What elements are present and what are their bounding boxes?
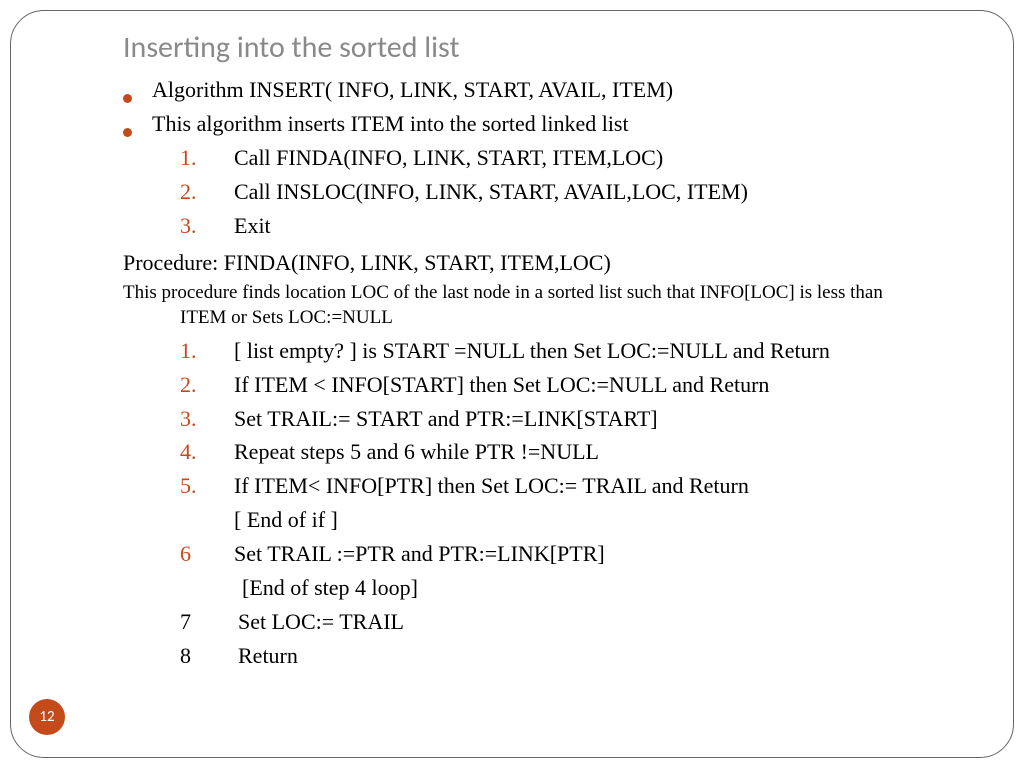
step-number: 8	[180, 643, 234, 669]
slide-title: Inserting into the sorted list	[123, 29, 1013, 66]
procedure-desc-line2: ITEM or Sets LOC:=NULL	[180, 306, 983, 331]
numbered-step: 2. If ITEM < INFO[START] then Set LOC:=N…	[180, 369, 983, 401]
numbered-step: 7 Set LOC:= TRAIL	[180, 606, 983, 638]
bullet-item: This algorithm inserts ITEM into the sor…	[123, 108, 983, 140]
numbered-step: 1. Call FINDA(INFO, LINK, START, ITEM,LO…	[180, 142, 983, 174]
bullet-text: This algorithm inserts ITEM into the sor…	[152, 108, 629, 140]
step-text: Set LOC:= TRAIL	[238, 606, 404, 638]
numbered-step: 1. [ list empty? ] is START =NULL then S…	[180, 335, 983, 367]
step-text: Set TRAIL :=PTR and PTR:=LINK[PTR]	[234, 538, 605, 570]
bullet-disc-icon	[123, 94, 132, 103]
slide-body: Algorithm INSERT( INFO, LINK, START, AVA…	[123, 74, 983, 672]
bullet-item: Algorithm INSERT( INFO, LINK, START, AVA…	[123, 74, 983, 106]
step-number: 1.	[180, 145, 234, 171]
procedure-description: This procedure finds location LOC of the…	[123, 281, 983, 330]
procedure-desc-line1: This procedure finds location LOC of the…	[123, 282, 883, 303]
bullet-disc-icon	[123, 128, 132, 137]
procedure-header-text: Procedure: FINDA(INFO, LINK, START, ITEM…	[123, 250, 611, 275]
step-text: Repeat steps 5 and 6 while PTR !=NULL	[234, 436, 599, 468]
step-number: 3.	[180, 406, 234, 432]
slide-frame: Inserting into the sorted list Algorithm…	[10, 10, 1014, 758]
step-text: Call INSLOC(INFO, LINK, START, AVAIL,LOC…	[234, 176, 748, 208]
note-text: [ End of if ]	[234, 504, 338, 536]
end-if-note: [ End of if ]	[180, 504, 983, 536]
step-number: 2.	[180, 372, 234, 398]
step-text: If ITEM < INFO[START] then Set LOC:=NULL…	[234, 369, 769, 401]
bullet-text: Algorithm INSERT( INFO, LINK, START, AVA…	[152, 74, 673, 106]
step-number: 5.	[180, 473, 234, 499]
step-text: Set TRAIL:= START and PTR:=LINK[START]	[234, 403, 658, 435]
numbered-step: 5. If ITEM< INFO[PTR] then Set LOC:= TRA…	[180, 470, 983, 502]
numbered-step: 8 Return	[180, 640, 983, 672]
numbered-step: 2. Call INSLOC(INFO, LINK, START, AVAIL,…	[180, 176, 983, 208]
numbered-step: 4. Repeat steps 5 and 6 while PTR !=NULL	[180, 436, 983, 468]
note-text: [End of step 4 loop]	[242, 572, 418, 604]
step-number: 3.	[180, 213, 234, 239]
step-number: 6	[180, 541, 234, 567]
page-number-badge: 12	[29, 699, 65, 735]
step-number: 1.	[180, 338, 234, 364]
numbered-step: 3. Set TRAIL:= START and PTR:=LINK[START…	[180, 403, 983, 435]
step-text: [ list empty? ] is START =NULL then Set …	[234, 335, 830, 367]
end-loop-note: [End of step 4 loop]	[180, 572, 983, 604]
step-text: Return	[238, 640, 298, 672]
procedure-header: Procedure: FINDA(INFO, LINK, START, ITEM…	[123, 247, 983, 279]
step-text: Call FINDA(INFO, LINK, START, ITEM,LOC)	[234, 142, 663, 174]
page-number: 12	[39, 708, 54, 726]
step-number: 4.	[180, 439, 234, 465]
step-number: 2.	[180, 179, 234, 205]
step-text: If ITEM< INFO[PTR] then Set LOC:= TRAIL …	[234, 470, 749, 502]
step-number: 7	[180, 609, 234, 635]
numbered-step: 6 Set TRAIL :=PTR and PTR:=LINK[PTR]	[180, 538, 983, 570]
step-text: Exit	[234, 210, 271, 242]
numbered-step: 3. Exit	[180, 210, 983, 242]
